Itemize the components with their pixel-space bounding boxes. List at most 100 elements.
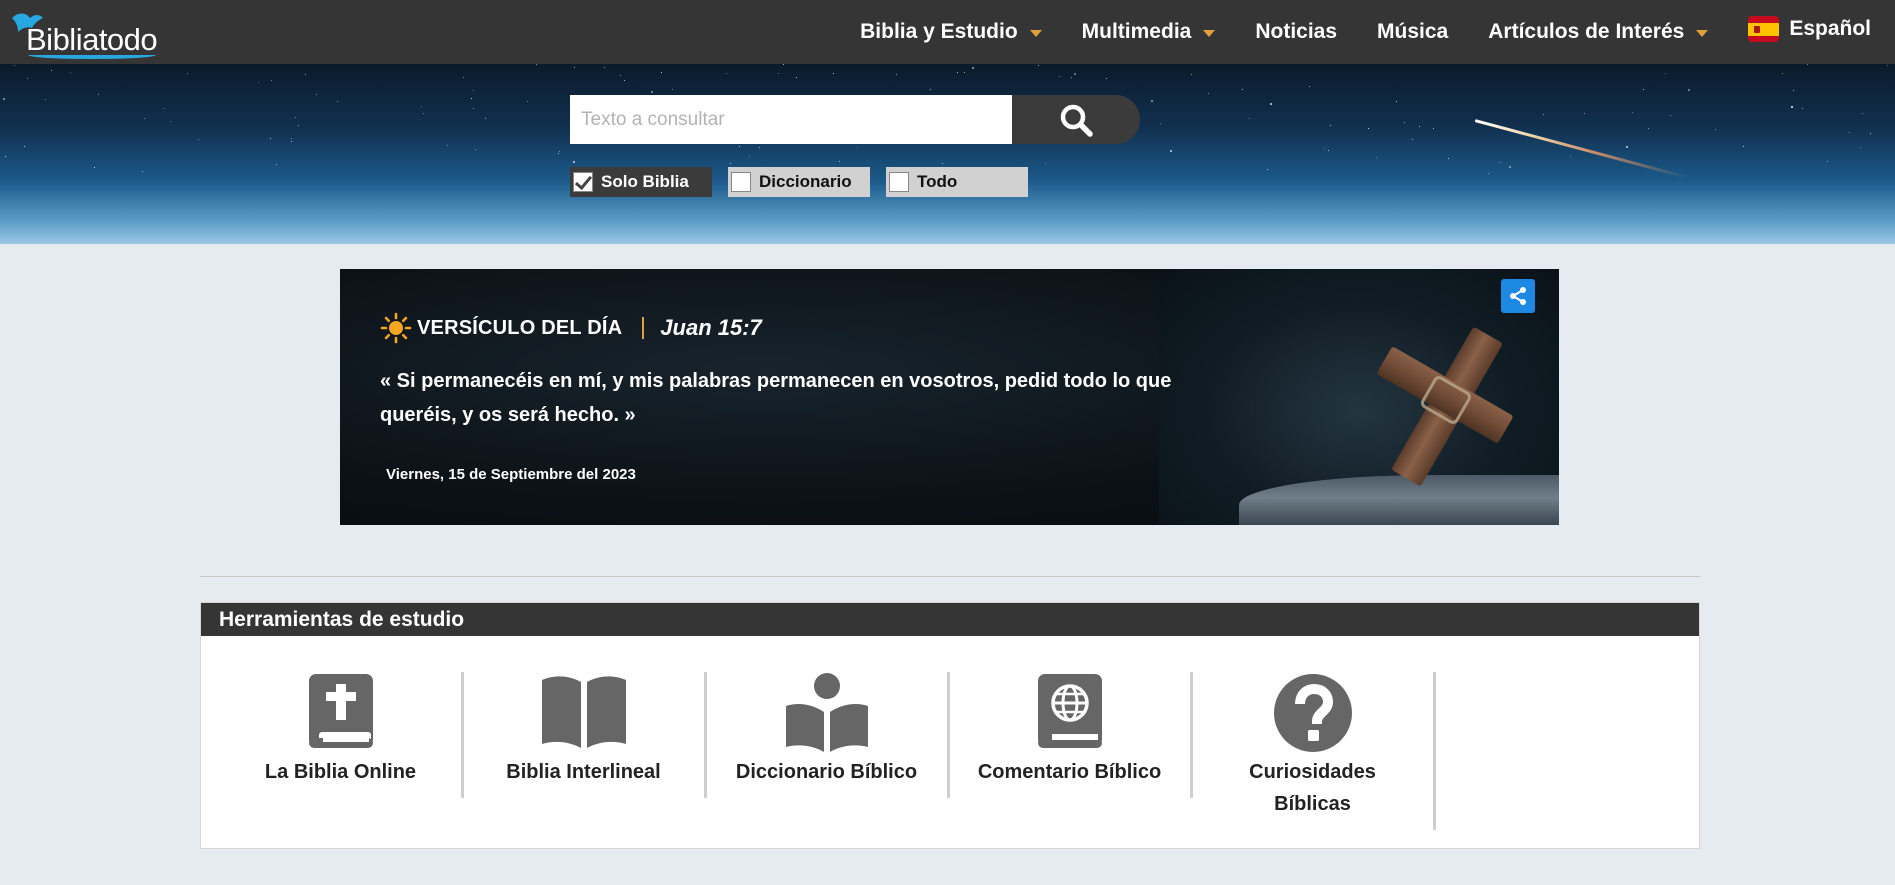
- star-dot: [573, 161, 575, 163]
- search-filters: Solo Biblia Diccionario Todo: [570, 167, 1044, 197]
- star-dot: [70, 72, 71, 73]
- nav-musica[interactable]: Música: [1377, 20, 1448, 44]
- star-dot: [739, 146, 740, 147]
- comet-decoration: [1474, 119, 1688, 179]
- verse-label: VERSÍCULO DEL DÍA: [417, 316, 623, 339]
- search-input[interactable]: [570, 95, 1012, 144]
- filter-diccionario[interactable]: Diccionario: [728, 167, 870, 197]
- star-dot: [1648, 128, 1649, 129]
- nav-label: Noticias: [1255, 20, 1338, 43]
- star-dot: [1807, 64, 1808, 65]
- star-dot: [1038, 65, 1039, 66]
- star-dot: [558, 153, 559, 154]
- nav-multimedia[interactable]: Multimedia: [1082, 20, 1216, 44]
- star-dot: [1688, 89, 1690, 91]
- star-dot: [1324, 148, 1325, 149]
- person-reading-icon: [785, 673, 868, 752]
- star-dot: [485, 118, 486, 119]
- star-dot: [957, 72, 958, 73]
- star-dot: [1802, 108, 1803, 109]
- star-dot: [473, 90, 474, 91]
- globe-book-icon: [1037, 674, 1102, 748]
- star-dot: [1488, 173, 1489, 174]
- star-dot: [536, 64, 537, 65]
- filter-label: Solo Biblia: [601, 172, 689, 191]
- sun-icon: [380, 312, 412, 344]
- star-dot: [1715, 129, 1716, 130]
- tool-curiosidades-biblicas[interactable]: Curiosidades Bíblicas: [1191, 672, 1434, 820]
- star-dot: [473, 108, 474, 109]
- star-dot: [1045, 163, 1046, 164]
- tool-comentario-biblico[interactable]: Comentario Bíblico: [948, 672, 1191, 788]
- tool-biblia-interlineal[interactable]: Biblia Interlineal: [462, 672, 705, 788]
- star-dot: [1191, 74, 1192, 75]
- nav-articulos[interactable]: Artículos de Interés: [1488, 20, 1709, 44]
- language-selector[interactable]: Español: [1748, 16, 1871, 42]
- star-dot: [305, 74, 306, 75]
- tool-label: Curiosidades Bíblicas: [1249, 761, 1376, 815]
- star-dot: [27, 78, 28, 79]
- caret-down-icon: [1029, 29, 1042, 37]
- star-dot: [298, 125, 299, 126]
- star-dot: [1208, 93, 1209, 94]
- star-dot: [796, 77, 797, 78]
- star-dot: [1584, 113, 1585, 114]
- checkbox[interactable]: [731, 172, 751, 192]
- search-bar: [570, 95, 1140, 144]
- star-dot: [187, 73, 188, 74]
- share-button[interactable]: [1501, 279, 1535, 313]
- tool-diccionario-biblico[interactable]: Diccionario Bíblico: [705, 672, 948, 788]
- filter-solo-biblia[interactable]: Solo Biblia: [570, 167, 712, 197]
- verse-reference[interactable]: Juan 15:7: [660, 315, 762, 341]
- star-dot: [839, 161, 840, 162]
- star-dot: [1419, 126, 1420, 127]
- star-dot: [1309, 86, 1310, 87]
- tool-separator: [1433, 672, 1436, 830]
- star-dot: [1632, 112, 1633, 113]
- star-dot: [527, 101, 528, 102]
- star-dot: [14, 65, 15, 66]
- nav-biblia-estudio[interactable]: Biblia y Estudio: [860, 20, 1042, 44]
- checkbox-checked[interactable]: [573, 172, 593, 192]
- tool-biblia-online[interactable]: La Biblia Online: [219, 672, 462, 788]
- star-dot: [1849, 132, 1850, 133]
- filter-todo[interactable]: Todo: [886, 167, 1028, 197]
- star-dot: [749, 156, 750, 157]
- star-dot: [1509, 166, 1511, 168]
- star-dot: [857, 147, 858, 148]
- verse-text: « Si permanecéis en mí, y mis palabras p…: [380, 370, 1172, 426]
- main-menu: Biblia y Estudio Multimedia Noticias Mús…: [820, 0, 1871, 64]
- star-dot: [98, 94, 99, 95]
- study-tools-list: La Biblia Online Biblia Interlineal Dicc…: [201, 636, 1699, 846]
- star-dot: [1862, 113, 1863, 114]
- filter-label: Todo: [917, 172, 958, 191]
- star-dot: [271, 80, 272, 81]
- star-dot: [620, 75, 621, 76]
- star-dot: [421, 106, 422, 107]
- star-dot: [316, 94, 317, 95]
- checkbox[interactable]: [889, 172, 909, 192]
- star-dot: [624, 80, 625, 81]
- star-dot: [291, 141, 292, 142]
- nav-label: Música: [1377, 20, 1449, 43]
- star-dot: [1670, 115, 1671, 116]
- tool-label: Diccionario Bíblico: [735, 761, 918, 783]
- section-divider: [200, 576, 1700, 577]
- spain-flag-icon: [1748, 16, 1780, 42]
- tool-label: La Biblia Online: [264, 761, 417, 783]
- star-dot: [1570, 156, 1571, 157]
- star-dot: [1543, 114, 1544, 115]
- nav-noticias[interactable]: Noticias: [1255, 20, 1337, 44]
- nav-label: Multimedia: [1081, 20, 1192, 43]
- search-button[interactable]: [1012, 95, 1140, 144]
- star-dot: [1782, 73, 1783, 74]
- star-dot: [1870, 133, 1871, 134]
- tool-label: Comentario Bíblico: [977, 761, 1162, 783]
- star-dot: [447, 145, 448, 146]
- star-dot: [1151, 100, 1153, 102]
- star-dot: [1160, 123, 1161, 124]
- star-dot: [559, 151, 560, 152]
- site-logo[interactable]: Bibliatodo: [10, 10, 160, 59]
- star-dot: [730, 163, 731, 164]
- star-dot: [163, 108, 164, 109]
